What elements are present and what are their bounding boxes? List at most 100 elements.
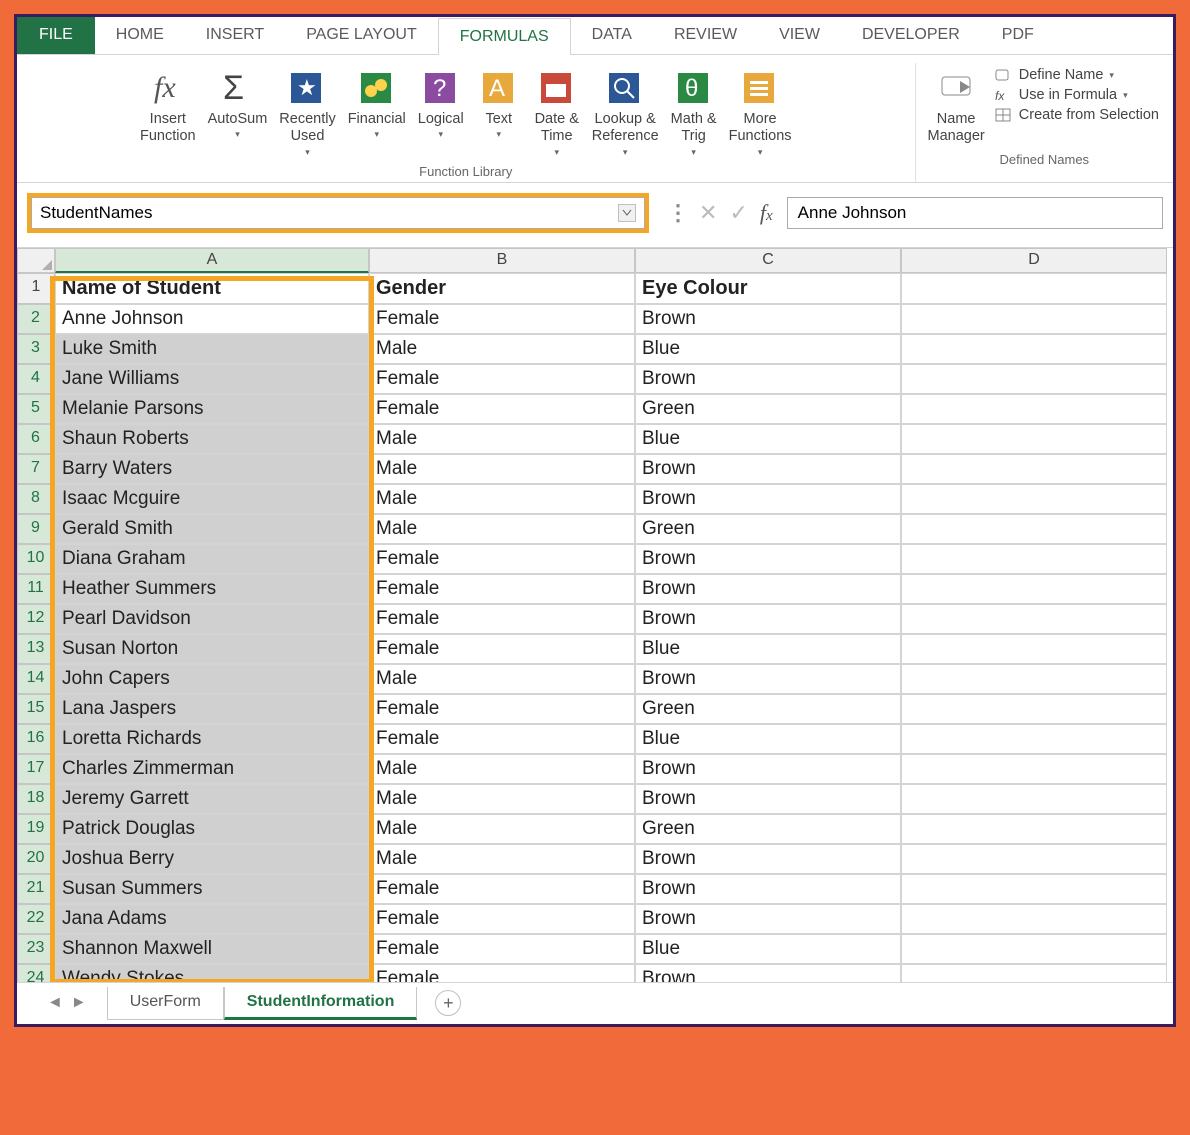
cell-d17[interactable]: [901, 754, 1167, 784]
cell-b24[interactable]: Female: [369, 964, 635, 982]
cell-a11[interactable]: Heather Summers: [55, 574, 369, 604]
logical-button[interactable]: ? Logical▾: [412, 63, 470, 142]
cell-c18[interactable]: Brown: [635, 784, 901, 814]
tab-pdf[interactable]: PDF: [981, 17, 1055, 54]
cell-b7[interactable]: Male: [369, 454, 635, 484]
row-header-19[interactable]: 19: [17, 814, 55, 844]
row-header-8[interactable]: 8: [17, 484, 55, 514]
cell-b21[interactable]: Female: [369, 874, 635, 904]
enter-formula-button[interactable]: ✓: [729, 200, 747, 226]
cell-c22[interactable]: Brown: [635, 904, 901, 934]
row-header-2[interactable]: 2: [17, 304, 55, 334]
cell-c16[interactable]: Blue: [635, 724, 901, 754]
cell-b12[interactable]: Female: [369, 604, 635, 634]
cell-d10[interactable]: [901, 544, 1167, 574]
lookup-reference-button[interactable]: Lookup & Reference▾: [586, 63, 665, 160]
row-header-10[interactable]: 10: [17, 544, 55, 574]
row-header-21[interactable]: 21: [17, 874, 55, 904]
create-from-selection-button[interactable]: Create from Selection: [995, 107, 1159, 123]
row-header-17[interactable]: 17: [17, 754, 55, 784]
cell-d12[interactable]: [901, 604, 1167, 634]
row-header-16[interactable]: 16: [17, 724, 55, 754]
cell-c4[interactable]: Brown: [635, 364, 901, 394]
tab-view[interactable]: VIEW: [758, 17, 841, 54]
use-in-formula-button[interactable]: fx Use in Formula▾: [995, 87, 1159, 103]
row-header-20[interactable]: 20: [17, 844, 55, 874]
cell-a8[interactable]: Isaac Mcguire: [55, 484, 369, 514]
cell-c8[interactable]: Brown: [635, 484, 901, 514]
row-header-3[interactable]: 3: [17, 334, 55, 364]
tab-home[interactable]: HOME: [95, 17, 185, 54]
cell-b22[interactable]: Female: [369, 904, 635, 934]
date-time-button[interactable]: Date & Time▾: [528, 63, 586, 160]
row-header-18[interactable]: 18: [17, 784, 55, 814]
tab-insert[interactable]: INSERT: [185, 17, 285, 54]
cell-a9[interactable]: Gerald Smith: [55, 514, 369, 544]
select-all-corner[interactable]: [17, 248, 55, 273]
sheet-tab-userform[interactable]: UserForm: [107, 987, 224, 1020]
cell-c12[interactable]: Brown: [635, 604, 901, 634]
row-header-13[interactable]: 13: [17, 634, 55, 664]
cell-a3[interactable]: Luke Smith: [55, 334, 369, 364]
cell-a4[interactable]: Jane Williams: [55, 364, 369, 394]
cell-d21[interactable]: [901, 874, 1167, 904]
cell-c2[interactable]: Brown: [635, 304, 901, 334]
cell-b17[interactable]: Male: [369, 754, 635, 784]
cell-a20[interactable]: Joshua Berry: [55, 844, 369, 874]
spreadsheet-grid[interactable]: ABCD1Name of StudentGenderEye Colour2Ann…: [17, 248, 1173, 982]
cell-c19[interactable]: Green: [635, 814, 901, 844]
cell-c5[interactable]: Green: [635, 394, 901, 424]
name-box[interactable]: StudentNames: [31, 197, 645, 229]
row-header-4[interactable]: 4: [17, 364, 55, 394]
row-header-12[interactable]: 12: [17, 604, 55, 634]
row-header-9[interactable]: 9: [17, 514, 55, 544]
cell-c6[interactable]: Blue: [635, 424, 901, 454]
cell-b11[interactable]: Female: [369, 574, 635, 604]
row-header-1[interactable]: 1: [17, 273, 55, 304]
cell-b14[interactable]: Male: [369, 664, 635, 694]
cell-d7[interactable]: [901, 454, 1167, 484]
cell-d9[interactable]: [901, 514, 1167, 544]
cell-c15[interactable]: Green: [635, 694, 901, 724]
cell-a18[interactable]: Jeremy Garrett: [55, 784, 369, 814]
cell-a12[interactable]: Pearl Davidson: [55, 604, 369, 634]
cell-b5[interactable]: Female: [369, 394, 635, 424]
row-header-23[interactable]: 23: [17, 934, 55, 964]
cell-a22[interactable]: Jana Adams: [55, 904, 369, 934]
cell-a23[interactable]: Shannon Maxwell: [55, 934, 369, 964]
cell-a6[interactable]: Shaun Roberts: [55, 424, 369, 454]
cell-b16[interactable]: Female: [369, 724, 635, 754]
column-header-A[interactable]: A: [55, 248, 369, 273]
row-header-6[interactable]: 6: [17, 424, 55, 454]
cell-c11[interactable]: Brown: [635, 574, 901, 604]
cell-c14[interactable]: Brown: [635, 664, 901, 694]
cell-d6[interactable]: [901, 424, 1167, 454]
row-header-22[interactable]: 22: [17, 904, 55, 934]
cell-c17[interactable]: Brown: [635, 754, 901, 784]
cell-b3[interactable]: Male: [369, 334, 635, 364]
cell-a19[interactable]: Patrick Douglas: [55, 814, 369, 844]
cell-b18[interactable]: Male: [369, 784, 635, 814]
cell-a10[interactable]: Diana Graham: [55, 544, 369, 574]
insert-function-button[interactable]: fx Insert Function: [134, 63, 202, 148]
insert-function-fx-button[interactable]: fx: [760, 200, 773, 226]
cell-d22[interactable]: [901, 904, 1167, 934]
cell-d13[interactable]: [901, 634, 1167, 664]
cell-b4[interactable]: Female: [369, 364, 635, 394]
cell-b9[interactable]: Male: [369, 514, 635, 544]
cell-a21[interactable]: Susan Summers: [55, 874, 369, 904]
cell-c9[interactable]: Green: [635, 514, 901, 544]
cell-c13[interactable]: Blue: [635, 634, 901, 664]
cell-c23[interactable]: Blue: [635, 934, 901, 964]
column-header-C[interactable]: C: [635, 248, 901, 273]
cell-c10[interactable]: Brown: [635, 544, 901, 574]
name-manager-button[interactable]: Name Manager: [922, 63, 991, 148]
chevron-down-icon[interactable]: [618, 204, 636, 222]
row-header-5[interactable]: 5: [17, 394, 55, 424]
cell-a2[interactable]: Anne Johnson: [55, 304, 369, 334]
cell-a17[interactable]: Charles Zimmerman: [55, 754, 369, 784]
tab-formulas[interactable]: FORMULAS: [438, 18, 571, 55]
cell-c3[interactable]: Blue: [635, 334, 901, 364]
row-header-11[interactable]: 11: [17, 574, 55, 604]
cell-b19[interactable]: Male: [369, 814, 635, 844]
